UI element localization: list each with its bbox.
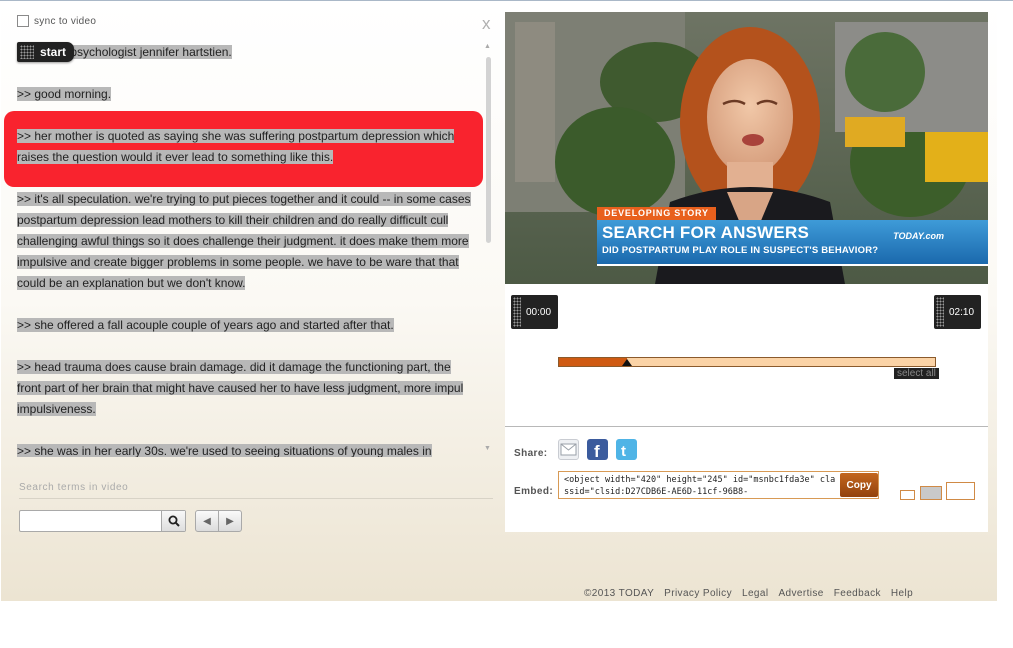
today-logo: TODAY.com xyxy=(893,231,944,241)
transcript-line: >> head trauma does cause brain damage. … xyxy=(17,360,464,416)
drag-grip-icon xyxy=(20,45,34,59)
transcript-paragraph[interactable]: >> good morning. xyxy=(17,84,477,105)
copyright: ©2013 TODAY xyxy=(584,588,655,599)
drag-grip-icon xyxy=(936,297,944,327)
clip-start-handle[interactable]: 00:00 xyxy=(511,295,558,329)
transcript-line: >> her mother is quoted as saying she wa… xyxy=(17,129,455,164)
developing-story-tag: DEVELOPING STORY xyxy=(597,207,716,220)
clip-end-handle[interactable]: 02:10 xyxy=(934,295,981,329)
sync-label: sync to video xyxy=(34,15,97,27)
transcript-line: >> she offered a fall acouple couple of … xyxy=(17,318,394,332)
transcript-paragraph[interactable]: >> head trauma does cause brain damage. … xyxy=(17,357,477,420)
share-embed-area: Share: f t Embed: <object width="420" he… xyxy=(505,427,988,532)
transcript-line: >> it's all speculation. we're trying to… xyxy=(17,192,471,290)
share-label: Share: xyxy=(514,448,548,459)
scroll-thumb[interactable] xyxy=(486,57,491,243)
progress-bar[interactable] xyxy=(558,357,936,367)
select-all-button[interactable]: select all xyxy=(894,368,939,379)
start-label: start xyxy=(40,45,67,59)
transcript-paragraph-current[interactable]: >> her mother is quoted as saying she wa… xyxy=(17,126,477,168)
help-link[interactable]: Help xyxy=(891,588,913,599)
copy-button[interactable]: Copy xyxy=(840,473,878,497)
search-field xyxy=(19,510,186,532)
progress-fill xyxy=(559,358,627,366)
end-time: 02:10 xyxy=(949,306,975,318)
svg-text:f: f xyxy=(594,442,600,460)
embed-code[interactable]: <object width="420" height="245" id="msn… xyxy=(564,474,836,498)
legal-link[interactable]: Legal xyxy=(742,588,768,599)
headline: SEARCH FOR ANSWERS xyxy=(602,223,809,242)
transcript-paragraph[interactable]: >> it's all speculation. we're trying to… xyxy=(17,189,477,294)
clip-controls: 00:00 02:10 select all xyxy=(505,284,988,426)
chevron-right-icon: ▶ xyxy=(226,515,234,527)
previous-result-button[interactable]: ◀ xyxy=(196,511,218,531)
scroll-up-arrow-icon[interactable]: ▲ xyxy=(484,43,491,51)
email-icon[interactable] xyxy=(558,439,579,460)
sync-to-video-toggle[interactable]: sync to video xyxy=(17,15,96,27)
privacy-policy-link[interactable]: Privacy Policy xyxy=(664,588,732,599)
transcript-scrollbar[interactable]: ▲ ▼ xyxy=(484,43,493,455)
sync-checkbox[interactable] xyxy=(17,15,29,27)
embed-size-large[interactable] xyxy=(946,482,975,500)
start-time: 00:00 xyxy=(526,306,552,318)
transcript-text[interactable]: f this with psychologist jennifer hartst… xyxy=(17,42,477,457)
search-input[interactable] xyxy=(20,511,170,531)
chevron-left-icon: ◀ xyxy=(203,515,211,527)
embed-label: Embed: xyxy=(514,486,554,497)
subheadline: DID POSTPARTUM PLAY ROLE IN SUSPECT'S BE… xyxy=(602,245,879,256)
search-button[interactable] xyxy=(161,511,185,531)
transcript-line: >> she was in her early 30s. we're used … xyxy=(17,444,432,457)
video-player[interactable]: DEVELOPING STORY SEARCH FOR ANSWERS DID … xyxy=(505,12,988,284)
facebook-icon[interactable]: f xyxy=(587,439,608,461)
embed-code-box[interactable]: <object width="420" height="245" id="msn… xyxy=(558,471,879,499)
twitter-icon[interactable]: t xyxy=(616,439,637,460)
svg-text:t: t xyxy=(621,443,626,460)
transcript-panel: sync to video x f this with psychologist… xyxy=(1,1,997,601)
embed-size-small[interactable] xyxy=(900,490,915,500)
close-icon[interactable]: x xyxy=(482,15,491,32)
start-button[interactable]: start xyxy=(17,42,74,62)
search-result-nav: ◀ ▶ xyxy=(195,510,242,532)
drag-grip-icon xyxy=(513,297,521,327)
transcript-paragraph[interactable]: >> she offered a fall acouple couple of … xyxy=(17,315,477,336)
transcript-line: >> good morning. xyxy=(17,87,112,101)
search-terms-label: Search terms in video xyxy=(19,482,129,493)
transcript-paragraph[interactable]: f this with psychologist jennifer hartst… xyxy=(17,42,477,63)
embed-size-medium[interactable] xyxy=(920,486,942,500)
feedback-link[interactable]: Feedback xyxy=(834,588,881,599)
news-lower-third: DEVELOPING STORY SEARCH FOR ANSWERS DID … xyxy=(597,207,988,267)
scroll-down-arrow-icon[interactable]: ▼ xyxy=(484,445,491,453)
playhead-marker[interactable] xyxy=(621,359,632,366)
headline-bar: SEARCH FOR ANSWERS DID POSTPARTUM PLAY R… xyxy=(597,220,988,266)
next-result-button[interactable]: ▶ xyxy=(218,511,241,531)
advertise-link[interactable]: Advertise xyxy=(778,588,823,599)
search-divider xyxy=(19,498,493,499)
search-icon xyxy=(168,515,180,527)
transcript-paragraph[interactable]: >> she was in her early 30s. we're used … xyxy=(17,441,477,457)
footer-links: ©2013 TODAY Privacy Policy Legal Adverti… xyxy=(584,588,913,599)
